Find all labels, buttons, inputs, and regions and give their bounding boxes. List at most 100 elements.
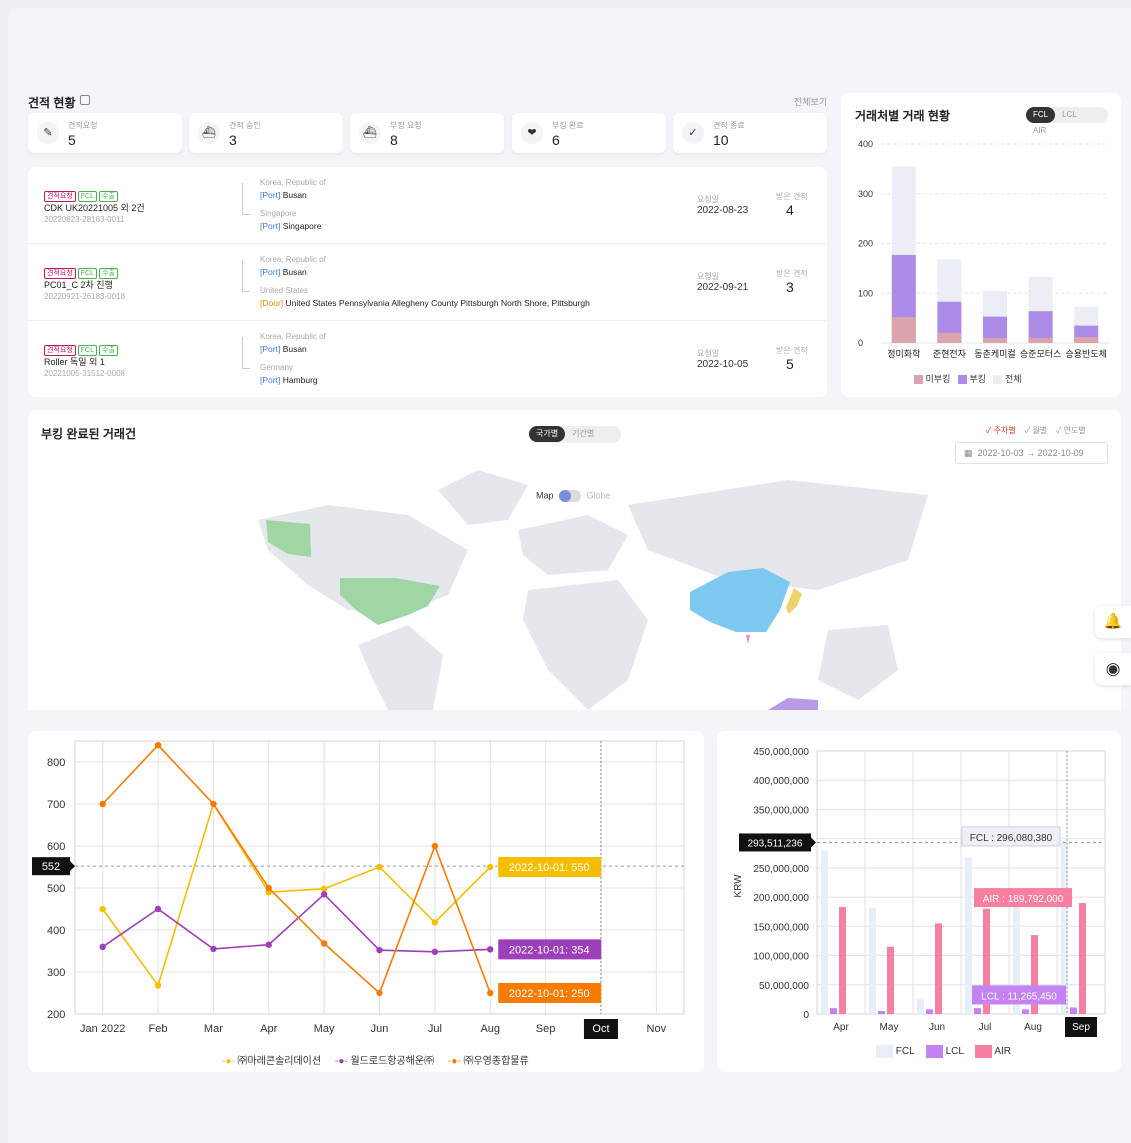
legend-label: AIR — [994, 1046, 1011, 1058]
map-region-taiwan[interactable] — [746, 635, 750, 644]
y-tick-label: 600 — [47, 841, 65, 853]
data-point — [154, 982, 162, 989]
quote-row[interactable]: 견적요청 FCL 수출 Roller 독일 외 1 20221005-31512-0… — [28, 321, 826, 398]
calendar-icon[interactable] — [80, 95, 90, 105]
x-tick-label: 준현전자 — [933, 349, 967, 359]
filter-label: 월별 — [1032, 426, 1048, 435]
origin-place: Busan — [282, 190, 307, 200]
bar-lcl — [926, 1009, 933, 1014]
data-point — [99, 905, 106, 913]
filter-weekly[interactable]: ✓ 주차별 — [986, 426, 1016, 435]
stat-card-closed[interactable]: ✓ 견적 종료 10 — [673, 113, 827, 153]
y-tick-label: 400,000,000 — [753, 776, 809, 787]
x-tick-label: May — [880, 1022, 899, 1033]
destination: Germany [Port] Hamburg — [260, 363, 318, 385]
date-label: 요청일 — [697, 272, 720, 281]
x-tick-label: 승용반도체 — [1065, 349, 1106, 359]
route-connector — [242, 260, 250, 292]
toggle-map-label: Map — [536, 490, 554, 501]
tooltip-label: 2022-10-01: 550 — [509, 862, 590, 874]
dest-country: Singapore — [260, 209, 297, 218]
quote-row[interactable]: 견적요청 FCL 수출 PC01_C 2차 진행 20220921-26183-00… — [28, 244, 826, 321]
date-range-picker[interactable]: ▦ 2022-10-03 → 2022-10-09 — [955, 442, 1108, 464]
tab-by-country[interactable]: 국가별 — [529, 426, 566, 442]
handshake-icon: ❤ — [521, 122, 543, 144]
origin: Korea, Republic of [Port] Busan — [260, 332, 326, 354]
bar-unbooked — [891, 317, 916, 343]
bar-lcl — [878, 1011, 885, 1014]
y-tick-label: 500 — [47, 883, 65, 895]
stat-value: 6 — [552, 132, 560, 148]
bar-lcl — [1070, 1007, 1077, 1014]
map-region-china[interactable] — [690, 568, 790, 632]
destination: United States [Door] United States Penns… — [260, 286, 590, 308]
notification-bell-icon[interactable]: 🔔 — [1095, 606, 1131, 638]
stat-card-request[interactable]: ✎ 견적요청 5 — [28, 113, 182, 153]
legend-marker-sub2: -●- — [335, 1056, 348, 1067]
y-tick-label: 0 — [803, 1010, 809, 1021]
map-region-japan[interactable] — [786, 588, 802, 614]
request-date: 2022-08-23 — [697, 205, 749, 216]
bar-fcl — [917, 999, 924, 1014]
tab-by-period[interactable]: 기간별 — [565, 426, 601, 442]
map-region-usa[interactable] — [340, 578, 440, 625]
x-tick-label: Sep — [1072, 1022, 1090, 1033]
chat-icon[interactable]: ◉ — [1095, 653, 1131, 685]
partner-title: 거래처별 거래 현황 — [855, 109, 950, 123]
stat-card-booking-request[interactable]: ⛴ 부킹 요청 8 — [350, 113, 504, 153]
bar-air — [935, 923, 942, 1014]
data-point — [320, 885, 328, 893]
x-tick-label: Aug — [480, 1023, 500, 1035]
krw-bar-chart[interactable]: 0 50,000,000 100,000,000 150,000,000 200,000… — [717, 731, 1121, 1072]
stat-label: 견적요청 — [68, 121, 98, 130]
x-tick-label: 승준모터스 — [1020, 349, 1061, 359]
tab-lcl[interactable]: LCL — [1055, 107, 1084, 123]
x-tick-label: Apr — [833, 1022, 849, 1033]
filter-yearly[interactable]: ✓ 연도별 — [1056, 426, 1086, 435]
y-tick-label: 800 — [47, 757, 65, 769]
quote-name: Roller 독일 외 1 — [44, 357, 105, 367]
y-tick-label: 200 — [47, 1009, 65, 1021]
dest-place: Singapore — [282, 221, 322, 231]
stat-label: 부킹 요청 — [390, 121, 422, 130]
data-point — [376, 989, 383, 997]
dest-type: [Port] — [260, 221, 281, 231]
origin-country: Korea, Republic of — [260, 178, 326, 187]
toggle-switch[interactable] — [559, 490, 582, 502]
dest-place: Hamburg — [282, 375, 318, 385]
data-point — [210, 800, 217, 808]
bar-fcl — [869, 907, 876, 1014]
quote-name: PC01_C 2차 진행 — [44, 280, 113, 290]
line-chart[interactable]: 200 300 400 500 600 700 800 Jan 2022 Feb Mar Apr Ma… — [28, 731, 704, 1072]
view-all-link[interactable]: 전체보기 — [794, 95, 827, 108]
calendar-icon: ▦ — [964, 448, 973, 458]
ship-icon: ⛴ — [359, 122, 381, 144]
legend-label: 전체 — [1004, 374, 1022, 384]
partner-bar-chart: 0 100 200 300 400 정미화학 준현전자 동춘케미컬 승준모터스 승용반도체 — [858, 139, 1109, 359]
map-globe-toggle[interactable]: Map Globe — [536, 490, 611, 502]
ship-icon: ⛴ — [198, 122, 220, 144]
origin-place: Busan — [282, 267, 307, 277]
legend-marker-sub1: -●- — [222, 1056, 235, 1067]
route-connector — [242, 183, 250, 215]
x-tick-label: Jun — [371, 1023, 389, 1035]
quote-row[interactable]: 견적요청 FCL 수출 CDK UK20221005 외 2건 20220823-2… — [28, 167, 826, 244]
stat-card-booking-done[interactable]: ❤ 부킹 완료 6 — [512, 113, 666, 153]
map-region-australia[interactable] — [768, 698, 818, 710]
booked-title: 부킹 완료된 거래건 — [41, 427, 136, 441]
data-point — [431, 919, 439, 926]
received-label: 받은 견적 — [776, 269, 808, 278]
bar-lcl — [1022, 1009, 1029, 1014]
legend-label: ㈜우영종합물류 — [463, 1056, 529, 1067]
check-icon: ✓ — [682, 122, 704, 144]
x-tick-label: Nov — [647, 1023, 667, 1035]
filter-monthly[interactable]: ✓ 월별 — [1025, 426, 1047, 435]
received-label: 받은 견적 — [776, 346, 808, 355]
origin: Korea, Republic of [Port] Busan — [260, 178, 326, 200]
data-point — [154, 742, 162, 749]
data-point — [431, 842, 439, 850]
tab-fcl[interactable]: FCL — [1026, 107, 1056, 123]
x-tick-label: Feb — [149, 1023, 168, 1035]
stat-card-approved[interactable]: ⛴ 견적 승인 3 — [189, 113, 343, 153]
bar-lcl — [830, 1008, 837, 1014]
